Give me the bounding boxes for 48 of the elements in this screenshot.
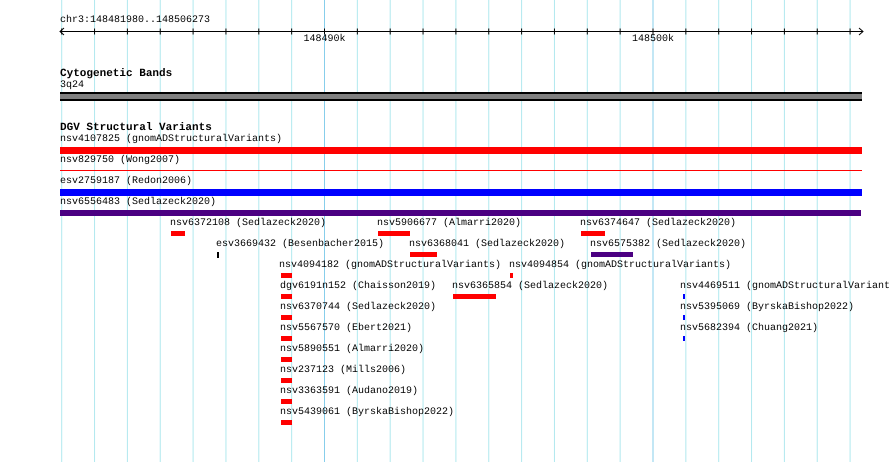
feature-label: nsv6575382 (Sedlazeck2020)	[590, 239, 746, 251]
variant-bar[interactable]	[281, 357, 292, 362]
feature-label: dgv6191n152 (Chaisson2019)	[280, 281, 436, 293]
variant-bar[interactable]	[281, 378, 292, 383]
variant-bar[interactable]	[281, 336, 292, 341]
track-title: DGV Structural Variants	[60, 122, 212, 134]
feature-label: nsv4469511 (gnomADStructuralVariant	[680, 281, 890, 293]
feature-label: nsv6368041 (Sedlazeck2020)	[409, 239, 566, 251]
variant-bar[interactable]	[281, 420, 292, 425]
variant-bar[interactable]	[453, 294, 496, 299]
variant-bar[interactable]	[60, 210, 861, 216]
variant-bar[interactable]	[510, 273, 513, 278]
variant-bar[interactable]	[581, 231, 605, 236]
feature-label: nsv4107825 (gnomADStructuralVariants)	[60, 134, 282, 146]
feature-label: nsv5395069 (ByrskaBishop2022)	[680, 302, 854, 314]
feature-label: nsv237123 (Mills2006)	[280, 365, 406, 377]
feature-label: nsv829750 (Wong2007)	[60, 155, 180, 167]
variant-bar[interactable]	[281, 315, 292, 320]
variant-bar[interactable]	[281, 294, 292, 299]
region-coordinates: chr3:148481980..148506273	[60, 15, 210, 27]
variant-bar[interactable]	[410, 252, 437, 257]
feature-label: nsv4094854 (gnomADStructuralVariants)	[509, 260, 732, 272]
feature-label: nsv3363591 (Audano2019)	[280, 386, 418, 398]
feature-label: nsv5682394 (Chuang2021)	[680, 323, 818, 335]
feature-label: nsv6365854 (Sedlazeck2020)	[452, 281, 608, 293]
variant-bar[interactable]	[60, 147, 862, 154]
variant-bar[interactable]	[281, 273, 292, 278]
variant-bar[interactable]	[378, 231, 410, 236]
feature-label: nsv5890551 (Almarri2020)	[280, 344, 424, 356]
variant-bar[interactable]	[281, 399, 292, 404]
feature-label: nsv6556483 (Sedlazeck2020)	[60, 197, 216, 209]
feature-label: nsv4094182 (gnomADStructuralVariants)	[279, 260, 502, 272]
feature-label: nsv5567570 (Ebert2021)	[280, 323, 412, 335]
variant-line[interactable]	[60, 170, 862, 171]
ruler-label: 148490k	[304, 34, 346, 46]
feature-label: nsv6372108 (Sedlazeck2020)	[170, 218, 326, 230]
feature-label: nsv5439061 (ByrskaBishop2022)	[280, 407, 454, 419]
track-title: Cytogenetic Bands	[60, 68, 172, 80]
ruler-label: 148500k	[632, 34, 674, 46]
feature-label: nsv6374647 (Sedlazeck2020)	[580, 218, 736, 230]
feature-label: esv2759187 (Redon2006)	[60, 176, 192, 188]
variant-bar[interactable]	[171, 231, 185, 236]
feature-label: esv3669432 (Besenbacher2015)	[216, 239, 384, 251]
feature-label: 3q24	[60, 80, 84, 92]
feature-label: nsv5906677 (Almarri2020)	[377, 218, 522, 230]
variant-bar[interactable]	[60, 189, 862, 196]
feature-label: nsv6370744 (Sedlazeck2020)	[280, 302, 436, 314]
variant-bar[interactable]	[591, 252, 633, 257]
